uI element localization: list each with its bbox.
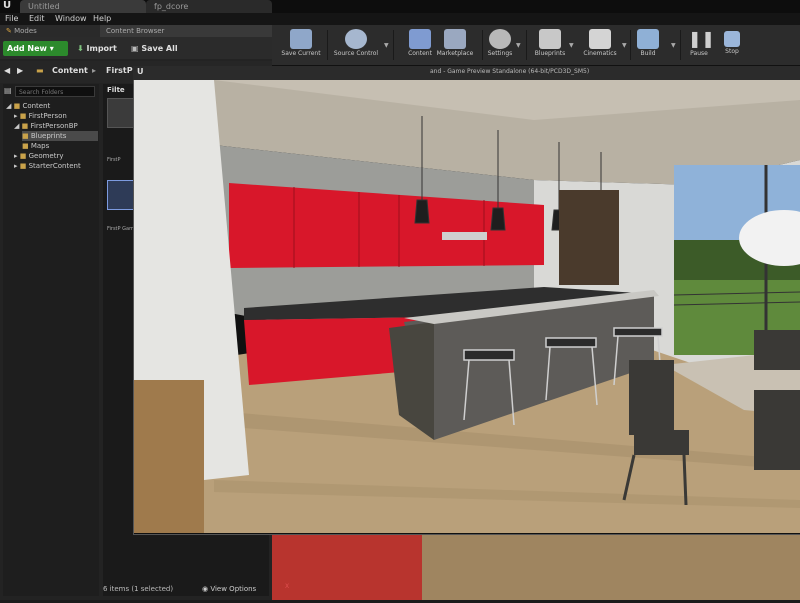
import-button[interactable]: ⬇ Import [77, 41, 117, 56]
unreal-logo-icon: U [3, 0, 12, 11]
folder-icon: ■ [22, 132, 31, 140]
game-window-title: and - Game Preview Standalone (64-bit/PC… [430, 68, 590, 75]
folder-label: FirstPersonBP [30, 122, 78, 130]
import-icon: ⬇ [77, 44, 87, 53]
view-options-button[interactable]: ◉ View Options [202, 585, 256, 593]
folder-tree-item[interactable]: ◢ ■ FirstPersonBP [14, 121, 98, 131]
breadcrumb-firstperson[interactable]: FirstP [106, 66, 133, 75]
folder-tree-item[interactable]: ■ Maps [22, 141, 98, 151]
folder-label: Geometry [28, 152, 64, 160]
stop-button[interactable]: Stop [707, 27, 757, 63]
tab-second[interactable]: fp_dcore [146, 0, 272, 13]
breadcrumb-chevron-icon: ▸ [92, 66, 97, 75]
settings-label: Settings [487, 50, 513, 57]
cinematics-icon [589, 29, 611, 49]
cinematics-label: Cinematics [583, 50, 617, 57]
back-arrow-icon[interactable]: ◀ [4, 66, 10, 75]
toolbar-divider [393, 30, 394, 60]
tab-main[interactable]: Untitled [20, 0, 146, 13]
tab-content-browser[interactable]: Content Browser [100, 25, 280, 37]
dining-chair [754, 390, 800, 470]
save-current-label: Save Current [281, 50, 321, 57]
save-all-icon: ▣ [131, 44, 142, 53]
save-current-button[interactable]: Save Current [276, 27, 326, 63]
save-all-label: Save All [141, 44, 178, 53]
settings-icon [489, 29, 511, 49]
blueprints-dropdown-icon[interactable]: ▼ [569, 42, 574, 49]
stop-icon [724, 31, 740, 47]
folder-label: Maps [30, 142, 50, 150]
marketplace-icon [444, 29, 466, 49]
content-browser-status: 6 items (1 selected) [103, 585, 174, 593]
source-control-icon [345, 29, 367, 49]
marketplace-button[interactable]: Marketplace [430, 27, 480, 63]
filters-button[interactable]: Filte [107, 86, 125, 94]
blueprints-button[interactable]: Blueprints [525, 27, 575, 63]
stop-label: Stop [725, 48, 739, 55]
tab-modes-label: Modes [14, 27, 37, 35]
add-new-button[interactable]: Add New ▾ [3, 41, 68, 56]
save-icon [290, 29, 312, 49]
range-hood [442, 232, 487, 240]
tree-expander-icon[interactable]: ◢ [14, 122, 22, 130]
dining-chair [754, 330, 800, 370]
side-cabinet [134, 380, 204, 533]
settings-dropdown-icon[interactable]: ▼ [516, 42, 521, 49]
source-control-dropdown-icon[interactable]: ▼ [384, 42, 389, 49]
folder-icon: ■ [19, 162, 29, 170]
source-control-button[interactable]: Source Control [331, 27, 381, 63]
add-new-label: Add New [7, 44, 47, 53]
small-window [559, 190, 619, 285]
folder-icon: ■ [19, 152, 29, 160]
axis-label: X [285, 583, 290, 590]
import-label: Import [86, 44, 117, 53]
kitchen-scene[interactable] [134, 80, 800, 533]
folder-tree-item[interactable]: ▸ ■ Geometry [14, 151, 98, 161]
source-control-label: Source Control [333, 50, 379, 57]
folder-label: StarterContent [28, 162, 81, 170]
build-label: Build [640, 50, 656, 57]
tree-expander-icon[interactable]: ◢ [6, 102, 14, 110]
menu-window[interactable]: Window [55, 13, 87, 25]
folder-tree-item[interactable]: ■ Blueprints [22, 131, 98, 141]
folder-icon: ▬ [36, 66, 44, 75]
build-icon [637, 29, 659, 49]
build-button[interactable]: Build [623, 27, 673, 63]
breadcrumb-content[interactable]: Content [52, 66, 88, 75]
folder-label: FirstPerson [28, 112, 67, 120]
folder-icon: ■ [19, 112, 29, 120]
menu-file[interactable]: File [5, 13, 18, 25]
blueprints-label: Blueprints [534, 50, 566, 57]
folder-tree-item[interactable]: ▸ ■ FirstPerson [14, 111, 98, 121]
save-all-button[interactable]: ▣ Save All [131, 41, 178, 56]
toolbar-divider [327, 30, 328, 60]
cinematics-button[interactable]: Cinematics [575, 27, 625, 63]
menu-bar [0, 13, 800, 25]
folder-label: Content [22, 102, 51, 110]
axis-gizmo: X [285, 583, 289, 590]
menu-help[interactable]: Help [93, 13, 111, 25]
folder-tree-item[interactable]: ◢ ■ Content [6, 101, 98, 111]
add-new-dropdown-icon: ▾ [49, 44, 54, 53]
content-icon [409, 29, 431, 49]
menu-edit[interactable]: Edit [29, 13, 45, 25]
search-folders-input[interactable]: Search Folders [15, 86, 95, 97]
folder-tree-item[interactable]: ▸ ■ StarterContent [14, 161, 98, 171]
unreal-logo-icon: U [137, 67, 144, 76]
blueprints-icon [539, 29, 561, 49]
tab-modes[interactable]: ✎ Modes [0, 25, 102, 37]
marketplace-label: Marketplace [436, 50, 474, 57]
forward-arrow-icon[interactable]: ▶ [17, 66, 23, 75]
folder-label: Blueprints [30, 132, 67, 140]
content-browser-tab-label: Content Browser [106, 27, 165, 35]
filters-label: Filte [107, 86, 125, 94]
modes-icon: ✎ [6, 27, 15, 35]
sources-toggle-icon[interactable]: ▤ [4, 86, 12, 95]
view-options-label: View Options [210, 585, 257, 593]
folder-icon: ■ [22, 142, 31, 150]
